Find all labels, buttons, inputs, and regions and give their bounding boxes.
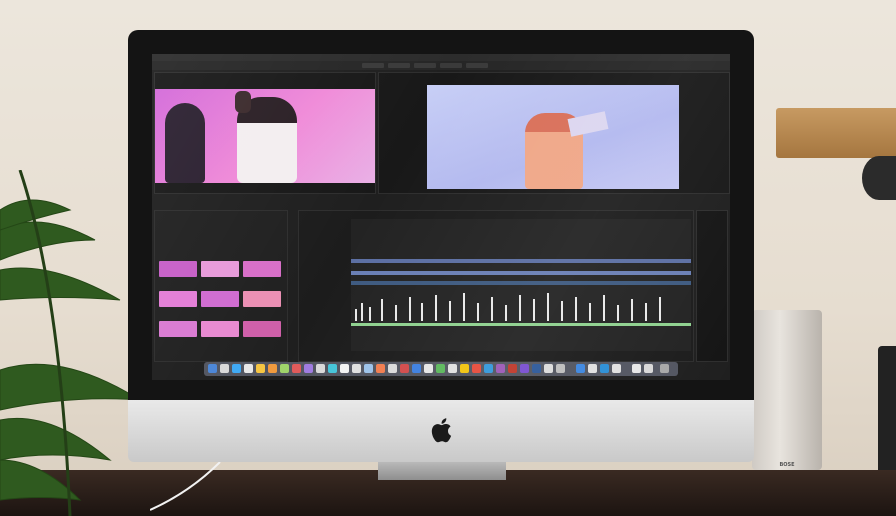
program-video-frame[interactable]	[427, 85, 679, 189]
clip-thumbnail[interactable]	[243, 261, 281, 277]
trash-icon[interactable]	[660, 364, 669, 373]
app-icon[interactable]	[576, 364, 585, 373]
raised-hand	[235, 91, 251, 113]
clip-thumbnail[interactable]	[201, 261, 239, 277]
cable	[150, 462, 221, 511]
person-figure	[165, 103, 205, 183]
app-icon[interactable]	[244, 364, 253, 373]
app-icon[interactable]	[388, 364, 397, 373]
app-icon[interactable]	[508, 364, 517, 373]
speaker-right	[878, 346, 896, 476]
app-icon[interactable]	[496, 364, 505, 373]
app-icon[interactable]	[304, 364, 313, 373]
shelf-bracket	[862, 156, 896, 200]
app-icon[interactable]	[472, 364, 481, 373]
audio-waveforms[interactable]	[351, 289, 691, 329]
clip-thumbnail[interactable]	[159, 291, 197, 307]
app-icon[interactable]	[544, 364, 553, 373]
app-icon[interactable]	[556, 364, 565, 373]
app-icon[interactable]	[484, 364, 493, 373]
video-track[interactable]	[351, 271, 691, 275]
app-icon[interactable]	[328, 364, 337, 373]
app-icon[interactable]	[268, 364, 277, 373]
app-icon[interactable]	[364, 364, 373, 373]
app-icon[interactable]	[220, 364, 229, 373]
workspace-tab[interactable]	[440, 63, 462, 68]
app-icon[interactable]	[588, 364, 597, 373]
monitor-stand	[378, 462, 506, 480]
app-icon[interactable]	[424, 364, 433, 373]
app-icon[interactable]	[316, 364, 325, 373]
lightroom-icon[interactable]	[532, 364, 541, 373]
source-monitor	[154, 72, 376, 194]
app-icon[interactable]	[436, 364, 445, 373]
app-icon[interactable]	[352, 364, 361, 373]
app-icon[interactable]	[400, 364, 409, 373]
video-track[interactable]	[351, 281, 691, 285]
app-icon[interactable]	[460, 364, 469, 373]
premiere-icon[interactable]	[520, 364, 529, 373]
workspace-tab[interactable]	[388, 63, 410, 68]
folder-icon[interactable]	[644, 364, 653, 373]
clip-thumbnail[interactable]	[159, 261, 197, 277]
workspace-bar	[152, 61, 730, 70]
app-icon[interactable]	[376, 364, 385, 373]
workspace-tab[interactable]	[414, 63, 436, 68]
project-panel	[154, 210, 288, 362]
clip-thumbnail[interactable]	[201, 291, 239, 307]
program-monitor	[378, 72, 730, 194]
workspace-tab[interactable]	[362, 63, 384, 68]
app-icon[interactable]	[292, 364, 301, 373]
wooden-shelf	[776, 108, 896, 158]
app-icon[interactable]	[612, 364, 621, 373]
app-icon[interactable]	[412, 364, 421, 373]
audio-meter	[696, 210, 728, 362]
app-icon[interactable]	[600, 364, 609, 373]
app-icon[interactable]	[280, 364, 289, 373]
workspace-tab[interactable]	[466, 63, 488, 68]
timeline-panel	[298, 210, 694, 362]
app-icon[interactable]	[448, 364, 457, 373]
source-video-frame[interactable]	[155, 89, 375, 183]
app-icon[interactable]	[256, 364, 265, 373]
finder-icon[interactable]	[208, 364, 217, 373]
menu-bar	[152, 54, 730, 61]
clip-thumbnail[interactable]	[243, 321, 281, 337]
clip-thumbnail[interactable]	[201, 321, 239, 337]
video-track[interactable]	[351, 259, 691, 263]
clip-thumbnail[interactable]	[243, 291, 281, 307]
dock	[204, 362, 678, 376]
app-icon[interactable]	[340, 364, 349, 373]
document-icon[interactable]	[632, 364, 641, 373]
apple-logo-icon	[431, 418, 452, 443]
floating-paper	[567, 111, 609, 137]
speaker-logo: BOSE	[779, 462, 795, 468]
speaker	[752, 310, 822, 470]
monitor-screen	[152, 54, 730, 380]
clip-thumbnail[interactable]	[159, 321, 197, 337]
timeline-tracks[interactable]	[351, 219, 691, 351]
app-icon[interactable]	[232, 364, 241, 373]
